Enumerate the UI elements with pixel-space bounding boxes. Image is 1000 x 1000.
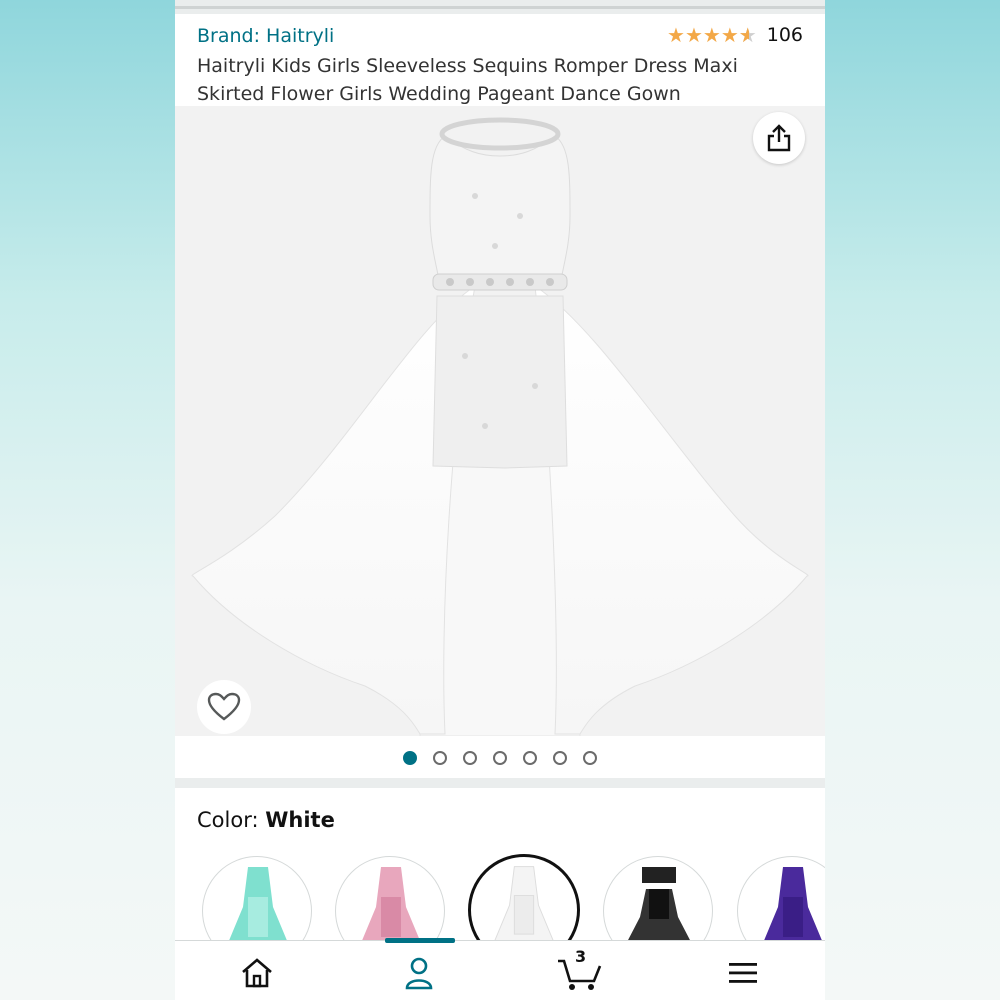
nav-menu[interactable]: [713, 953, 773, 993]
carousel-dot[interactable]: [523, 751, 537, 765]
nav-home[interactable]: [227, 953, 287, 993]
right-background: [825, 0, 1000, 1000]
product-title: Haitryli Kids Girls Sleeveless Sequins R…: [197, 55, 738, 105]
carousel-dot[interactable]: [493, 751, 507, 765]
color-heading: Color: White: [197, 808, 335, 832]
user-icon: [405, 957, 433, 990]
star-icon: ★: [684, 23, 703, 47]
share-icon: [767, 124, 791, 152]
carousel-dot[interactable]: [403, 751, 417, 765]
half-star-icon: ★: [739, 25, 757, 45]
color-swatch-row: [175, 854, 825, 966]
left-background: [0, 0, 175, 1000]
bottom-navigation: 3: [175, 938, 825, 1000]
carousel-dots: [175, 751, 825, 765]
star-icon: ★: [720, 23, 739, 47]
color-value: White: [265, 808, 335, 832]
home-icon: [242, 958, 272, 988]
product-image: [191, 117, 809, 736]
star-icon: ★: [667, 23, 685, 47]
wishlist-button[interactable]: [197, 680, 251, 734]
rating-count: 106: [766, 24, 803, 46]
nav-cart[interactable]: 3: [550, 947, 610, 993]
nav-account[interactable]: [389, 953, 449, 993]
carousel-dot[interactable]: [433, 751, 447, 765]
carousel-dot[interactable]: [463, 751, 477, 765]
carousel-dot[interactable]: [553, 751, 567, 765]
rating[interactable]: ★ ★ ★ ★ ★ 106: [667, 24, 803, 46]
heart-icon: [207, 692, 241, 721]
star-rating: ★ ★ ★ ★ ★: [667, 25, 757, 45]
menu-icon: [729, 963, 757, 983]
brand-link[interactable]: Brand: Haitryli: [197, 25, 334, 47]
color-label: Color:: [197, 808, 266, 832]
star-icon: ★: [702, 23, 721, 47]
top-divider: [175, 0, 825, 14]
cart-badge: 3: [575, 947, 587, 966]
share-button[interactable]: [753, 112, 805, 164]
carousel-dot[interactable]: [583, 751, 597, 765]
active-tab-indicator: [385, 938, 455, 943]
product-card: Brand: Haitryli ★ ★ ★ ★ ★ 106 Haitryli K…: [175, 14, 825, 778]
product-image-carousel[interactable]: [175, 106, 825, 736]
app-screen: Brand: Haitryli ★ ★ ★ ★ ★ 106 Haitryli K…: [175, 0, 825, 1000]
